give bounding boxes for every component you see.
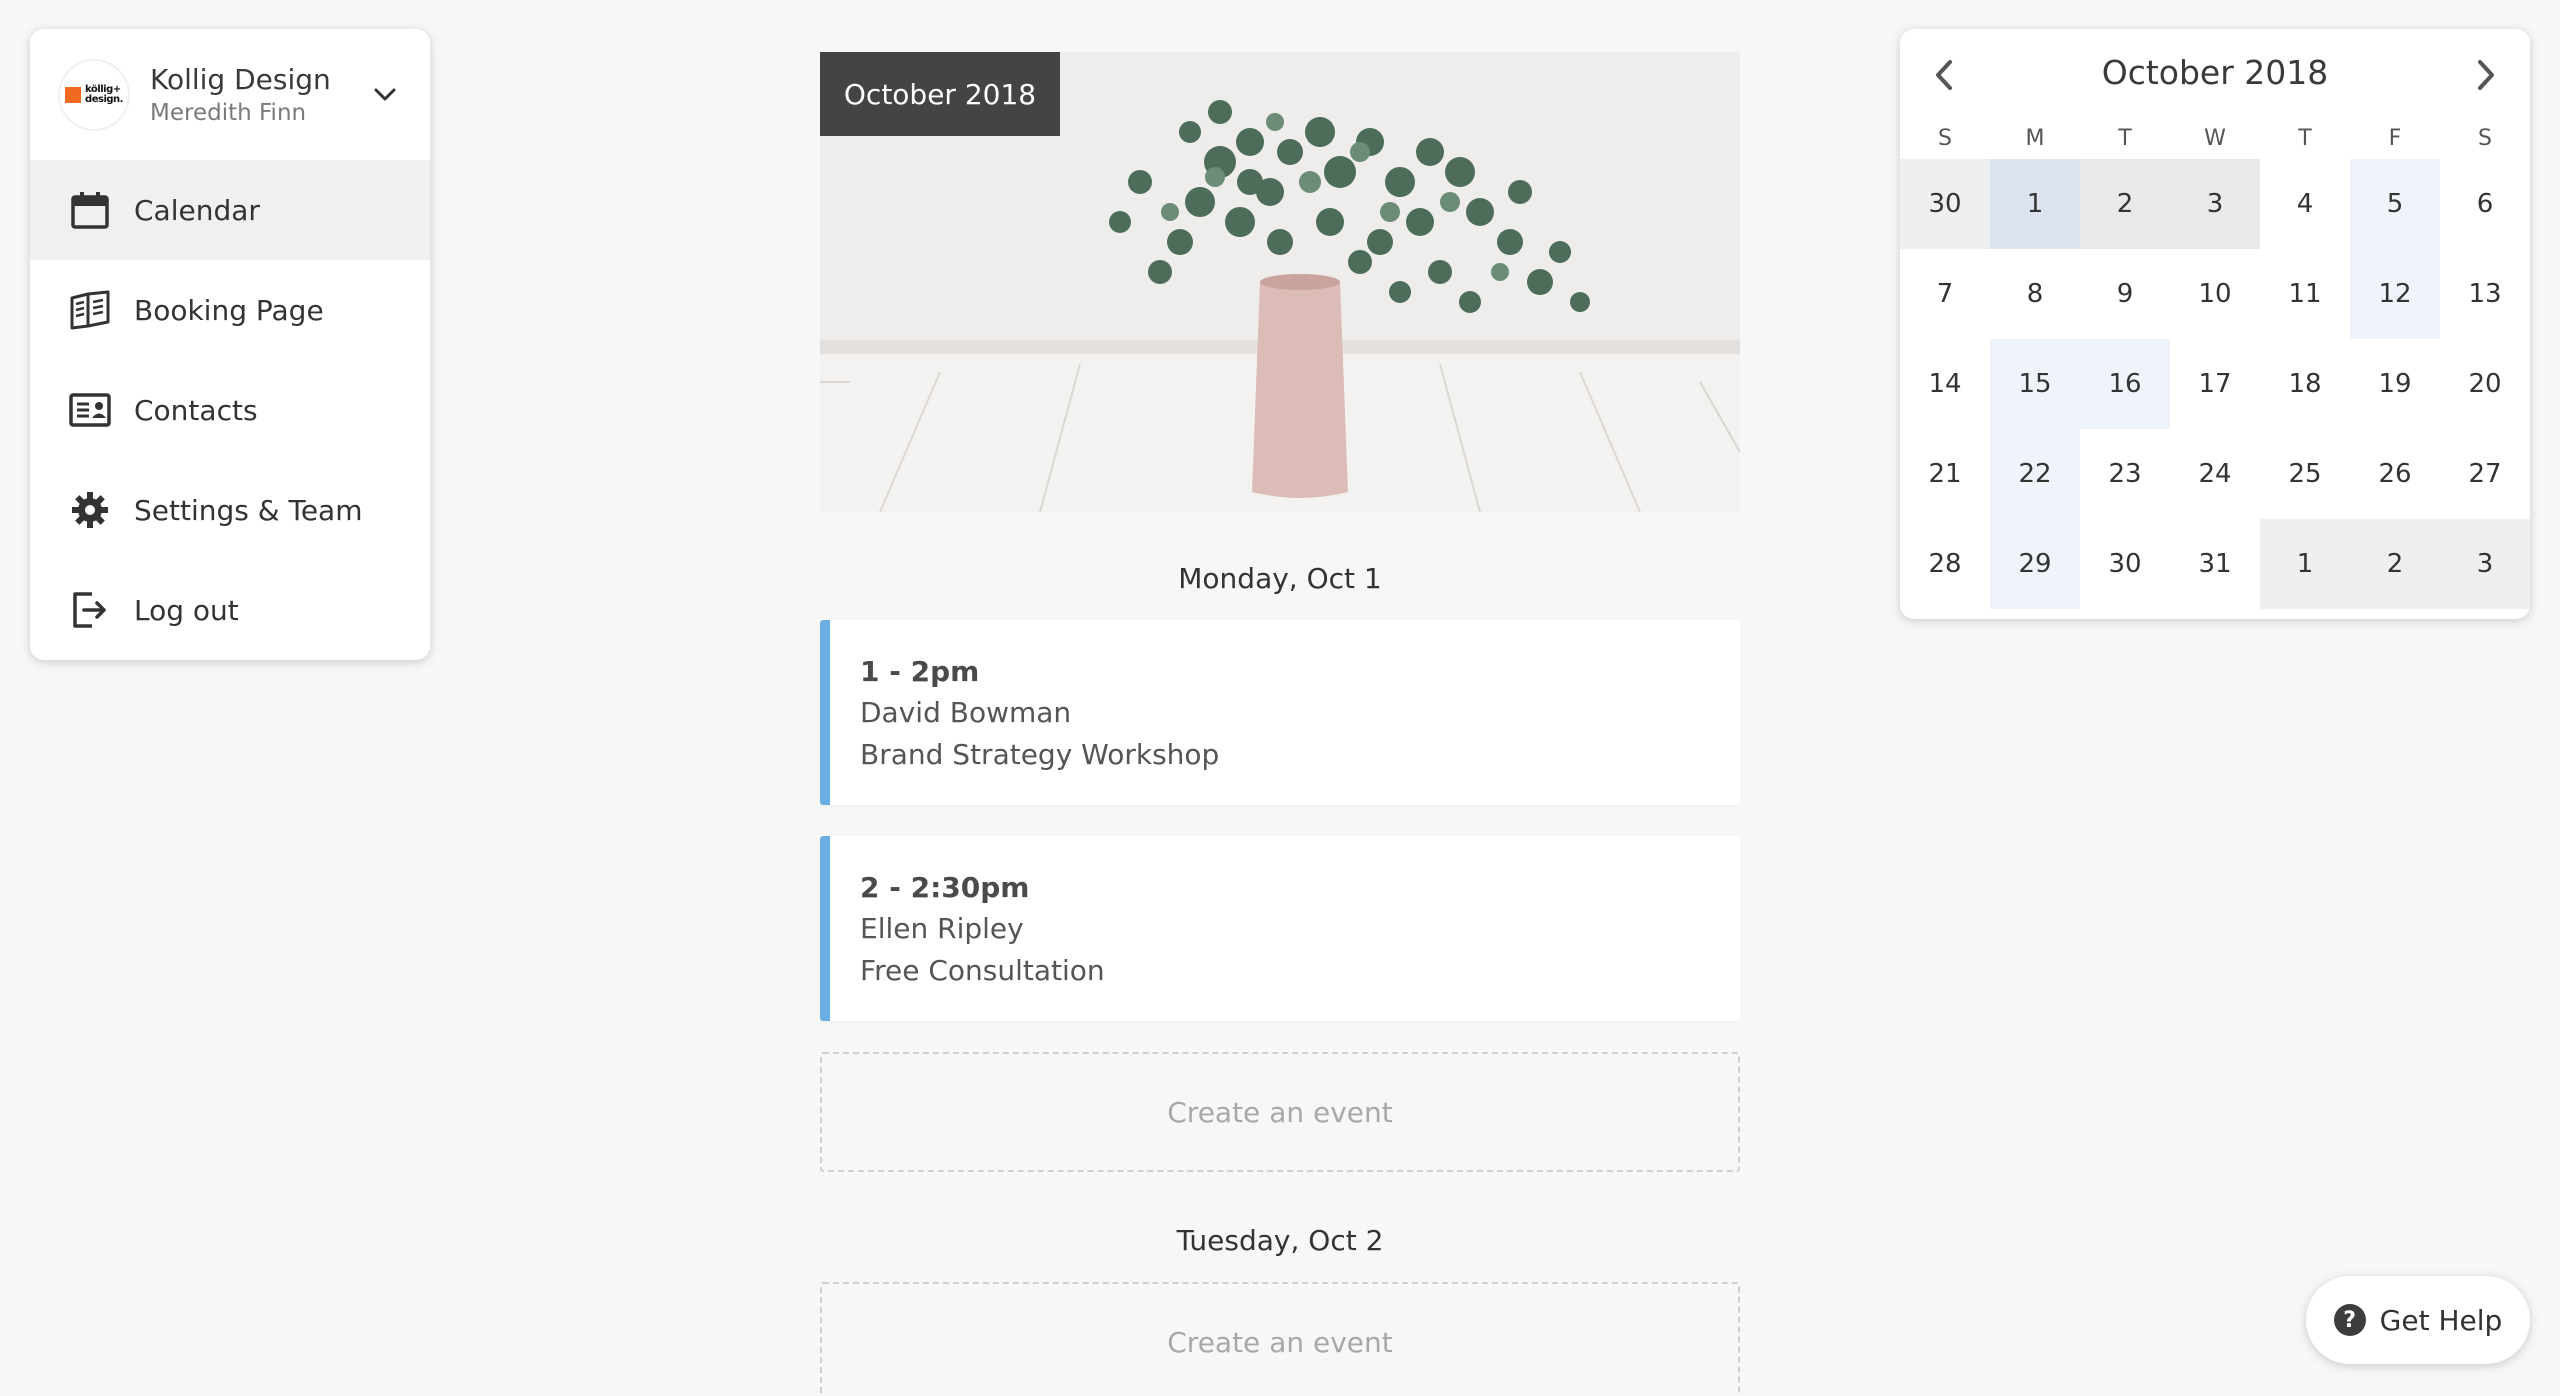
sidebar-item-log-out[interactable]: Log out [30, 560, 430, 660]
event-title: Brand Strategy Workshop [860, 738, 1220, 771]
sidebar-menu: köllig+ design. Kollig Design Meredith Fi… [30, 29, 430, 660]
calendar-day[interactable]: 31 [2170, 519, 2260, 609]
calendar-day[interactable]: 25 [2260, 429, 2350, 519]
event-person: David Bowman [860, 696, 1072, 729]
weekday-label: S [2478, 126, 2492, 151]
create-event-button[interactable]: Create an event [820, 1282, 1740, 1396]
calendar-day[interactable]: 30 [1900, 159, 1990, 249]
calendar-day[interactable]: 3 [2170, 159, 2260, 249]
calendar-day[interactable]: 1 [2260, 519, 2350, 609]
weekday-label: F [2388, 126, 2402, 151]
weekday-label: W [2204, 126, 2226, 151]
mini-calendar: October 2018 S M T W T F S 30 1 2 3 4 5 … [1900, 29, 2530, 619]
event-person: Ellen Ripley [860, 912, 1024, 945]
event-time: 1 - 2pm [860, 655, 980, 688]
calendar-grid: 30 1 2 3 4 5 6 7 8 9 10 11 12 13 14 15 1… [1900, 159, 2530, 609]
calendar-day[interactable]: 12 [2350, 249, 2440, 339]
calendar-day[interactable]: 14 [1900, 339, 1990, 429]
calendar-day[interactable]: 19 [2350, 339, 2440, 429]
calendar-day[interactable]: 2 [2350, 519, 2440, 609]
logout-icon [68, 588, 112, 632]
calendar-day[interactable]: 23 [2080, 429, 2170, 519]
day-heading: Monday, Oct 1 [1178, 562, 1382, 595]
sidebar-item-contacts[interactable]: Contacts [30, 360, 430, 460]
day-heading: Tuesday, Oct 2 [1176, 1224, 1384, 1257]
calendar-day[interactable]: 20 [2440, 339, 2530, 429]
sidebar-item-label: Calendar [134, 193, 260, 227]
account-name: Kollig Design [150, 62, 331, 96]
calendar-day[interactable]: 4 [2260, 159, 2350, 249]
calendar-day[interactable]: 26 [2350, 429, 2440, 519]
calendar-day[interactable]: 24 [2170, 429, 2260, 519]
month-badge: October 2018 [820, 52, 1060, 136]
chevron-down-icon[interactable] [370, 80, 400, 110]
calendar-day[interactable]: 21 [1900, 429, 1990, 519]
question-icon: ? [2333, 1304, 2366, 1336]
mini-calendar-title: October 2018 [2101, 53, 2329, 92]
calendar-day[interactable]: 2 [2080, 159, 2170, 249]
weekday-label: T [2118, 126, 2132, 151]
gear-icon [68, 488, 112, 532]
sidebar-item-label: Settings & Team [134, 493, 363, 527]
calendar-day[interactable]: 18 [2260, 339, 2350, 429]
company-logo: köllig+ design. [60, 60, 128, 129]
calendar-day[interactable]: 7 [1900, 249, 1990, 339]
account-user: Meredith Finn [150, 99, 307, 126]
calendar-day[interactable]: 22 [1990, 429, 2080, 519]
chevron-right-icon[interactable] [2466, 55, 2506, 95]
calendar-day[interactable]: 15 [1990, 339, 2080, 429]
contact-card-icon [68, 388, 112, 432]
calendar-day[interactable]: 16 [2080, 339, 2170, 429]
event-card[interactable]: 2 - 2:30pm Ellen Ripley Free Consultatio… [820, 836, 1740, 1021]
sidebar-item-booking-page[interactable]: Booking Page [30, 260, 430, 360]
month-hero-image: October 2018 [820, 52, 1740, 512]
calendar-day[interactable]: 11 [2260, 249, 2350, 339]
weekday-label: M [2025, 126, 2045, 151]
sidebar-item-label: Booking Page [134, 293, 324, 327]
calendar-day[interactable]: 30 [2080, 519, 2170, 609]
calendar-day[interactable]: 10 [2170, 249, 2260, 339]
sidebar-item-label: Contacts [134, 393, 258, 427]
calendar-day[interactable]: 3 [2440, 519, 2530, 609]
get-help-label: Get Help [2379, 1303, 2503, 1337]
calendar-day[interactable]: 5 [2350, 159, 2440, 249]
sidebar-item-label: Log out [134, 593, 239, 627]
calendar-day[interactable]: 9 [2080, 249, 2170, 339]
weekday-row: S M T W T F S [1900, 119, 2530, 159]
event-time: 2 - 2:30pm [860, 871, 1030, 904]
calendar-day[interactable]: 17 [2170, 339, 2260, 429]
book-icon [68, 288, 112, 332]
event-title: Free Consultation [860, 954, 1105, 987]
get-help-button[interactable]: ? Get Help [2306, 1276, 2530, 1364]
weekday-label: S [1938, 126, 1952, 151]
calendar-day[interactable]: 28 [1900, 519, 1990, 609]
sidebar-item-calendar[interactable]: Calendar [30, 160, 430, 260]
calendar-day[interactable]: 27 [2440, 429, 2530, 519]
calendar-icon [68, 188, 112, 232]
calendar-day[interactable]: 13 [2440, 249, 2530, 339]
calendar-day[interactable]: 1 [1990, 159, 2080, 249]
account-switcher[interactable]: köllig+ design. Kollig Design Meredith Fi… [30, 29, 430, 160]
calendar-day[interactable]: 6 [2440, 159, 2530, 249]
sidebar-item-settings-team[interactable]: Settings & Team [30, 460, 430, 560]
create-event-button[interactable]: Create an event [820, 1052, 1740, 1172]
event-card[interactable]: 1 - 2pm David Bowman Brand Strategy Work… [820, 620, 1740, 805]
calendar-day[interactable]: 8 [1990, 249, 2080, 339]
weekday-label: T [2298, 126, 2312, 151]
calendar-day[interactable]: 29 [1990, 519, 2080, 609]
